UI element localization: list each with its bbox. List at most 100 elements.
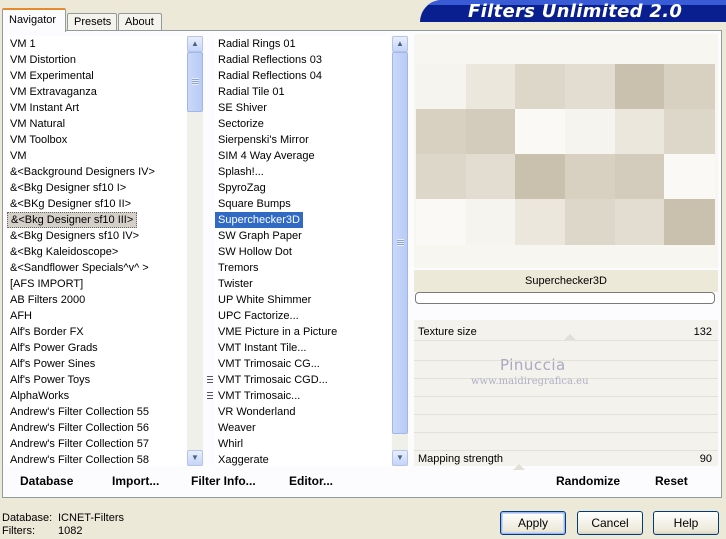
list-item[interactable]: VM Extravaganza <box>7 84 100 100</box>
list-item[interactable]: SE Shiver <box>215 100 270 116</box>
list-item[interactable]: Radial Rings 01 <box>215 36 299 52</box>
list-item[interactable]: AFH <box>7 308 35 324</box>
list-item[interactable]: VMT Trimosaic CGD... <box>207 372 331 388</box>
app-title-banner: Filters Unlimited 2.0 <box>420 0 726 22</box>
scroll-up-arrow-icon[interactable]: ▲ <box>187 36 203 52</box>
list-item[interactable]: &<BKg Designer sf10 II> <box>7 196 134 212</box>
list-item[interactable]: Alf's Power Toys <box>7 372 93 388</box>
list-item[interactable]: &<Background Designers IV> <box>7 164 158 180</box>
preview-tile <box>614 109 666 155</box>
list-item[interactable]: VM Instant Art <box>7 100 82 116</box>
list-item[interactable]: [AFS IMPORT] <box>7 276 86 292</box>
texture-size-slider-thumb[interactable] <box>564 334 576 340</box>
filter-scrollbar[interactable]: ▲ ▼ <box>392 36 408 466</box>
list-item[interactable]: Weaver <box>215 420 259 436</box>
drag-grip-icon[interactable] <box>207 376 213 385</box>
preview-tile <box>614 154 666 200</box>
list-item[interactable]: &<Bkg Kaleidoscope> <box>7 244 121 260</box>
scroll-up-arrow-icon[interactable]: ▲ <box>392 36 408 52</box>
list-item[interactable]: Tremors <box>215 260 262 276</box>
import-button[interactable]: Import... <box>112 474 159 488</box>
drag-grip-icon[interactable] <box>207 392 213 401</box>
app-title: Filters Unlimited 2.0 <box>468 1 683 22</box>
list-item[interactable]: Superchecker3D <box>215 212 303 228</box>
list-item[interactable]: Andrew's Filter Collection 56 <box>7 420 152 436</box>
editor-button[interactable]: Editor... <box>289 474 333 488</box>
preview-tile <box>664 64 715 110</box>
list-item[interactable]: SpyroZag <box>215 180 269 196</box>
mapping-strength-label: Mapping strength <box>418 453 503 465</box>
list-item[interactable]: &<Bkg Designer sf10 III> <box>7 212 138 228</box>
progress-bar <box>415 292 715 304</box>
reset-button[interactable]: Reset <box>655 474 688 488</box>
list-item[interactable]: Alf's Power Grads <box>7 340 101 356</box>
list-item[interactable]: VM Distortion <box>7 52 79 68</box>
list-item[interactable]: Andrew's Filter Collection 58 <box>7 452 152 466</box>
list-item[interactable]: Sierpenski's Mirror <box>215 132 312 148</box>
tab-presets[interactable]: Presets <box>67 13 117 31</box>
list-item[interactable]: Twister <box>215 276 256 292</box>
list-item[interactable]: SW Hollow Dot <box>215 244 295 260</box>
database-button[interactable]: Database <box>20 474 73 488</box>
list-item[interactable]: Whirl <box>215 436 246 452</box>
filter-info-button[interactable]: Filter Info... <box>191 474 256 488</box>
tab-about[interactable]: About <box>118 13 162 31</box>
category-scroll-thumb[interactable] <box>187 52 203 112</box>
randomize-button[interactable]: Randomize <box>556 474 620 488</box>
list-item[interactable]: VM Toolbox <box>7 132 70 148</box>
list-item[interactable]: Alf's Power Sines <box>7 356 98 372</box>
list-item[interactable]: VM Natural <box>7 116 68 132</box>
database-status: Database: ICNET-Filters <box>2 512 124 524</box>
filter-scroll-thumb[interactable] <box>392 52 408 434</box>
database-name: ICNET-Filters <box>58 512 124 524</box>
preview-tile <box>515 199 566 245</box>
scroll-down-arrow-icon[interactable]: ▼ <box>392 450 408 466</box>
list-item[interactable]: SIM 4 Way Average <box>215 148 318 164</box>
list-item[interactable]: Andrew's Filter Collection 55 <box>7 404 152 420</box>
preview-tile <box>565 64 616 110</box>
list-item[interactable]: VM <box>7 148 30 164</box>
list-item[interactable]: &<Bkg Designers sf10 IV> <box>7 228 142 244</box>
texture-size-value: 132 <box>693 326 712 338</box>
preview-tile <box>515 154 566 200</box>
cancel-button[interactable]: Cancel <box>577 511 643 535</box>
list-item[interactable]: Alf's Border FX <box>7 324 87 340</box>
list-item[interactable]: VMT Trimosaic... <box>207 388 303 404</box>
category-scrollbar[interactable]: ▲ ▼ <box>187 36 203 466</box>
list-item[interactable]: Splash!... <box>215 164 267 180</box>
list-item[interactable]: Andrew's Filter Collection 57 <box>7 436 152 452</box>
list-item[interactable]: AB Filters 2000 <box>7 292 88 308</box>
preview-tile <box>515 109 566 155</box>
list-item[interactable]: Sectorize <box>215 116 267 132</box>
list-item[interactable]: VME Picture in a Picture <box>215 324 340 340</box>
list-item[interactable]: VMT Trimosaic CG... <box>215 356 323 372</box>
list-item[interactable]: Radial Tile 01 <box>215 84 288 100</box>
help-button[interactable]: Help <box>653 511 719 535</box>
list-item[interactable]: VR Wonderland <box>215 404 298 420</box>
watermark-name: Pinuccia <box>500 356 566 374</box>
list-item[interactable]: VMT Instant Tile... <box>215 340 309 356</box>
filter-list[interactable]: Radial Rings 01 Radial Reflections 03 Radi… <box>207 36 391 468</box>
list-item[interactable]: &<Bkg Designer sf10 I> <box>7 180 129 196</box>
category-list[interactable]: VM 1 VM Distortion VM Experimental VM Extra… <box>7 36 187 466</box>
list-item[interactable]: SW Graph Paper <box>215 228 305 244</box>
preview-tile <box>614 64 666 110</box>
list-item[interactable]: Radial Reflections 03 <box>215 52 325 68</box>
preview-tile <box>664 154 715 200</box>
preview-tile <box>465 109 517 155</box>
preview-tile <box>416 64 467 110</box>
list-item[interactable]: VM 1 <box>7 36 39 52</box>
list-item[interactable]: Xaggerate <box>215 452 272 468</box>
list-item[interactable]: Square Bumps <box>215 196 294 212</box>
list-item[interactable]: UP White Shimmer <box>215 292 314 308</box>
apply-button[interactable]: Apply <box>500 511 566 535</box>
scroll-down-arrow-icon[interactable]: ▼ <box>187 450 203 466</box>
tab-navigator[interactable]: Navigator <box>2 8 66 32</box>
list-item[interactable]: Radial Reflections 04 <box>215 68 325 84</box>
list-item[interactable]: VM Experimental <box>7 68 97 84</box>
mapping-strength-slider-thumb[interactable] <box>513 464 525 470</box>
list-item[interactable]: &<Sandflower Specials^v^ > <box>7 260 152 276</box>
list-item[interactable]: UPC Factorize... <box>215 308 302 324</box>
list-item[interactable]: AlphaWorks <box>7 388 72 404</box>
texture-size-label: Texture size <box>418 326 477 338</box>
